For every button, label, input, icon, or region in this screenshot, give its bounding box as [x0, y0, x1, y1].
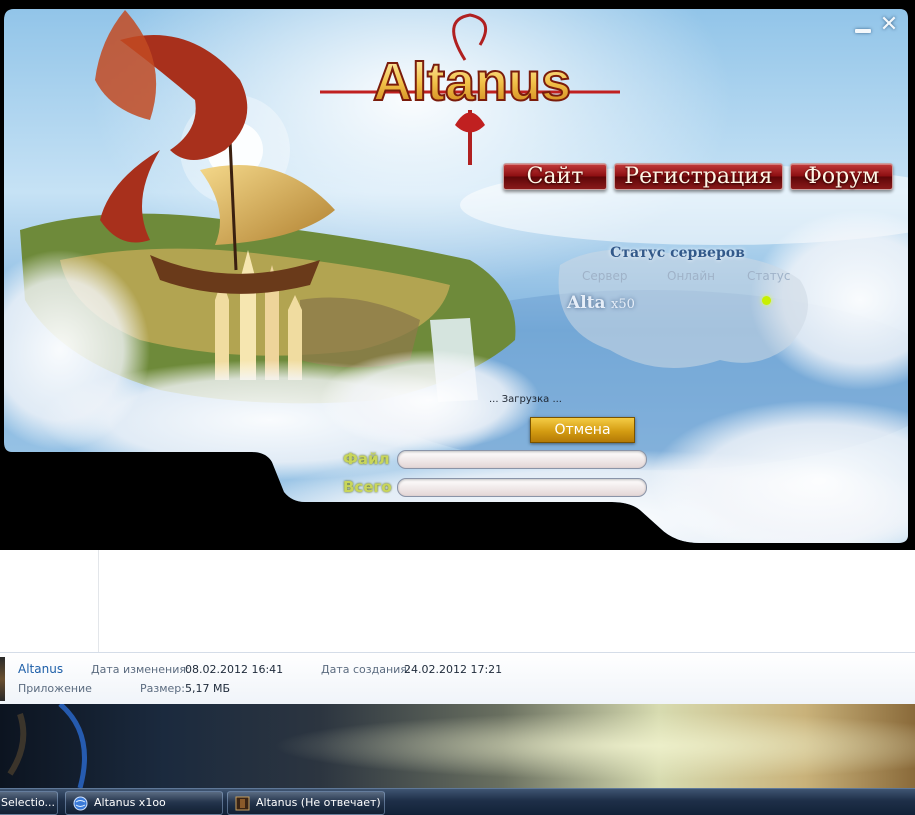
- taskbar-item-label: Selectio...: [1, 796, 56, 809]
- file-name: Altanus: [18, 662, 64, 676]
- taskbar: Selectio... Altanus x1oo Altanus (Не отв…: [0, 788, 915, 815]
- taskbar-item-label: Altanus (Не отвечает): [256, 796, 381, 809]
- loading-status: ... Загрузка ...: [489, 394, 562, 405]
- taskbar-item-selection[interactable]: Selectio...: [0, 791, 58, 815]
- globe-icon: [73, 796, 88, 811]
- file-progress-label: Файл: [343, 450, 390, 468]
- size-label: Размер:: [140, 682, 185, 695]
- logo-text: Altanus: [373, 52, 571, 112]
- created-label: Дата создания:: [321, 663, 411, 676]
- online-column-header: Онлайн: [667, 269, 715, 283]
- details-pane: Altanus Приложение Дата изменения: 08.02…: [0, 652, 915, 704]
- taskbar-item-label: Altanus x1oo: [94, 796, 166, 809]
- modified-value: 08.02.2012 16:41: [185, 663, 284, 676]
- server-column-header: Сервер: [582, 269, 628, 283]
- site-button[interactable]: Сайт: [503, 163, 607, 190]
- taskbar-item-altanus-not-responding[interactable]: Altanus (Не отвечает): [227, 791, 385, 815]
- status-column-header: Статус: [747, 269, 791, 283]
- cancel-button[interactable]: Отмена: [530, 417, 635, 443]
- total-progress-label: Всего: [343, 478, 392, 496]
- registration-button[interactable]: Регистрация: [614, 163, 783, 190]
- minimize-icon[interactable]: [852, 14, 874, 36]
- launcher-window: Altanus ✕ Сайт Регистрация Форум Статус …: [0, 0, 915, 550]
- file-progress-bar: [397, 450, 647, 469]
- created-value: 24.02.2012 17:21: [404, 663, 503, 676]
- forum-button[interactable]: Форум: [790, 163, 893, 190]
- explorer-file-list[interactable]: [0, 550, 915, 652]
- modified-label: Дата изменения:: [91, 663, 190, 676]
- file-thumbnail: [0, 657, 5, 701]
- size-value: 5,17 МБ: [185, 682, 231, 695]
- screen: Altanus ✕ Сайт Регистрация Форум Статус …: [0, 0, 915, 815]
- app-icon: [235, 796, 250, 811]
- server-status-indicator: [762, 296, 771, 305]
- navigation-pane-divider[interactable]: [98, 550, 99, 652]
- server-status-title: Статус серверов: [610, 245, 745, 261]
- desktop-wallpaper: [0, 704, 915, 788]
- server-rate: x50: [611, 297, 635, 312]
- server-name: Alta: [567, 293, 606, 313]
- taskbar-item-altanus-x100[interactable]: Altanus x1oo: [65, 791, 223, 815]
- total-progress-bar: [397, 478, 647, 497]
- close-icon[interactable]: ✕: [878, 14, 900, 36]
- wallpaper-art: [0, 704, 915, 788]
- file-type: Приложение: [18, 682, 92, 695]
